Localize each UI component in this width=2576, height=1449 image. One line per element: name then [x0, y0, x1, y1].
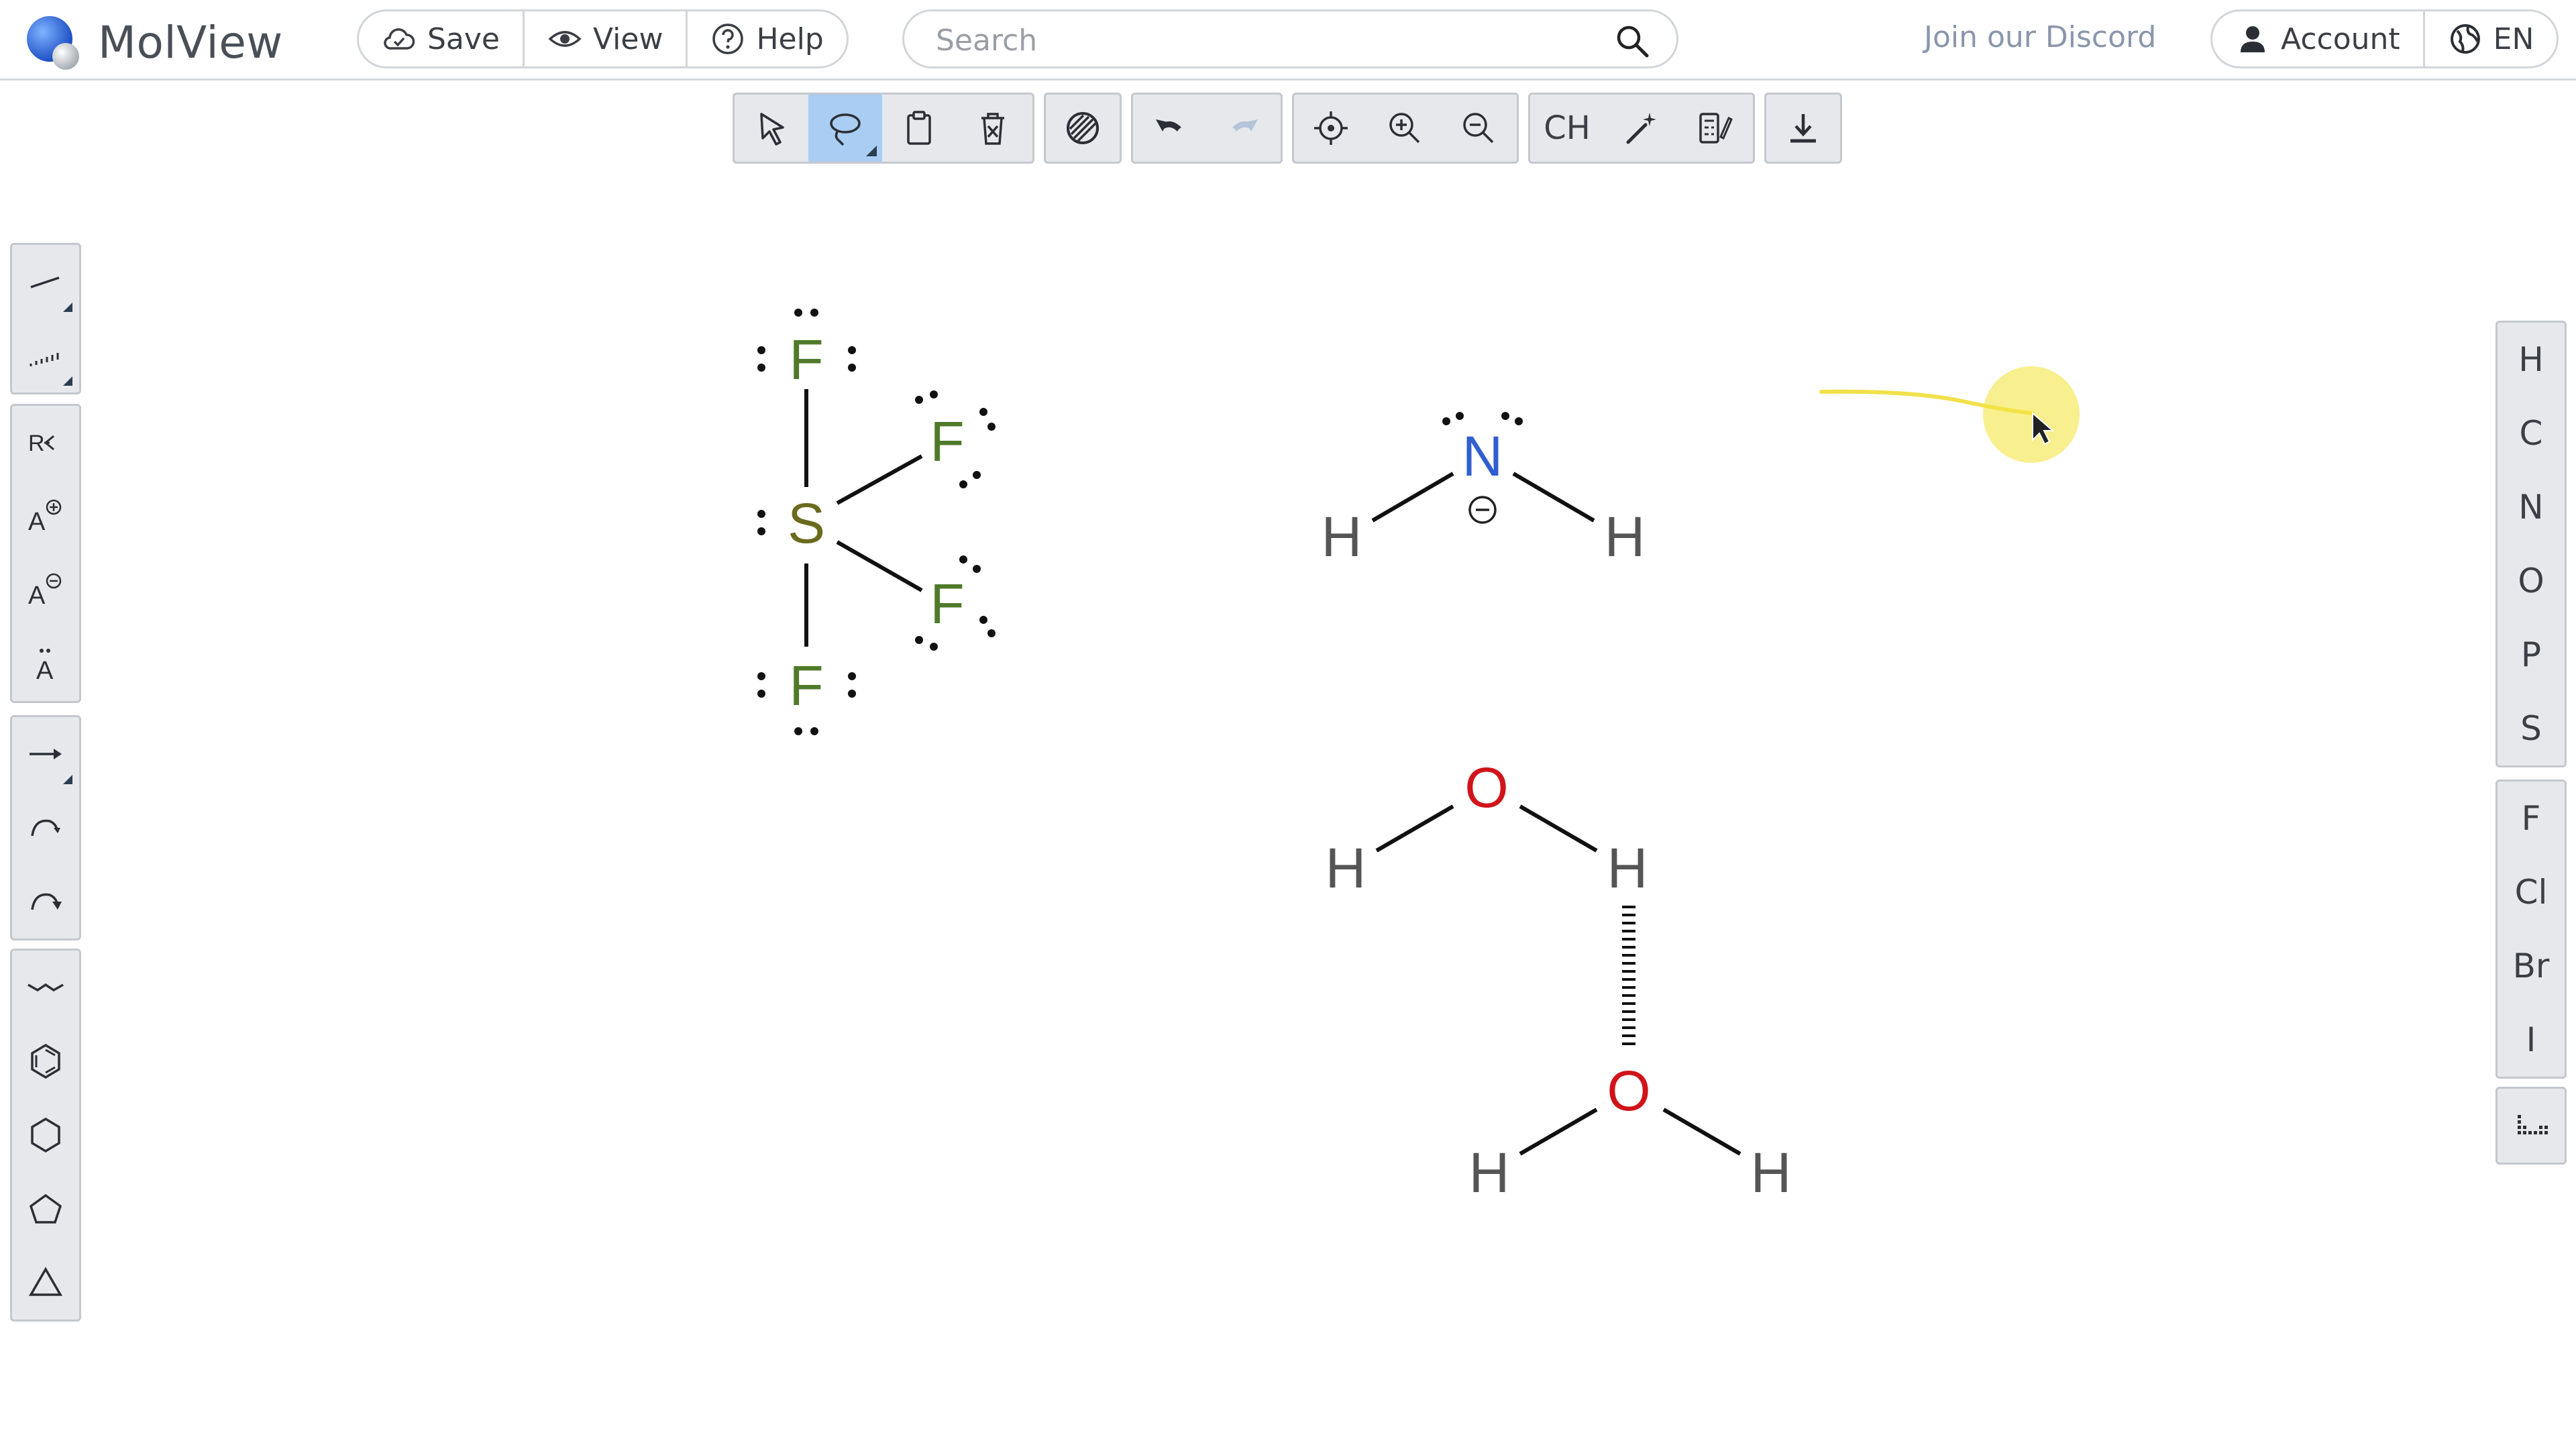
molecule-amide-anion[interactable]: N H H [1322, 412, 1646, 568]
view-button[interactable]: View [525, 11, 688, 66]
user-menu-group: Account EN [2210, 9, 2559, 68]
save-button-label: Save [427, 21, 500, 56]
molecule-canvas-svg: S F F F F N H H O H H O H H [757, 309, 2080, 1204]
molecule-sf4[interactable]: S F F F F [757, 309, 996, 735]
atom-h-right[interactable]: H [1605, 505, 1646, 568]
atom-f-lower-right[interactable]: F [930, 572, 964, 635]
drawing-canvas[interactable]: S F F F F N H H O H H O H H [0, 80, 2576, 1449]
app-logo[interactable]: MolView [23, 12, 283, 72]
search-input[interactable] [934, 21, 1541, 60]
save-button[interactable]: Save [359, 11, 525, 66]
cursor-highlight [1983, 366, 2080, 463]
language-button-label: EN [2493, 21, 2534, 56]
molview-logo-icon [27, 16, 79, 70]
help-circle-icon [712, 23, 744, 54]
cloud-check-icon [384, 28, 415, 50]
hydrogen-bond[interactable] [1622, 906, 1635, 1045]
search-icon[interactable] [1613, 22, 1651, 60]
main-menu-group: Save View Help [357, 9, 849, 68]
globe-icon [2450, 24, 2480, 54]
atom-o-1[interactable]: O [1464, 756, 1508, 819]
atom-h-2b[interactable]: H [1751, 1141, 1792, 1204]
atom-s[interactable]: S [788, 492, 825, 555]
help-button[interactable]: Help [688, 11, 846, 66]
lone-pairs-n [1442, 412, 1523, 425]
eye-icon [548, 31, 582, 47]
atom-h-2a[interactable]: H [1469, 1141, 1510, 1204]
app-header: MolView Save View Help Join our Discord … [0, 0, 2576, 80]
atom-h-left[interactable]: H [1322, 505, 1362, 568]
account-button-label: Account [2281, 21, 2400, 56]
view-button-label: View [593, 21, 663, 56]
atom-f-top[interactable]: F [789, 328, 823, 391]
atom-f-bottom[interactable]: F [789, 654, 823, 717]
atom-n[interactable]: N [1462, 425, 1503, 488]
language-button[interactable]: EN [2425, 11, 2557, 66]
search-box [902, 9, 1678, 68]
account-button[interactable]: Account [2212, 11, 2425, 66]
atom-o-2[interactable]: O [1607, 1059, 1650, 1122]
app-name: MolView [98, 16, 283, 68]
atom-h-1a[interactable]: H [1326, 837, 1366, 900]
user-icon [2241, 26, 2265, 52]
help-button-label: Help [756, 21, 824, 56]
molecule-water-2[interactable]: O H H [1469, 1059, 1792, 1204]
atom-h-1b[interactable]: H [1607, 837, 1648, 900]
molecule-water-1[interactable]: O H H [1326, 756, 1648, 900]
atom-f-upper-right[interactable]: F [930, 410, 964, 473]
discord-link[interactable]: Join our Discord [1924, 20, 2156, 54]
